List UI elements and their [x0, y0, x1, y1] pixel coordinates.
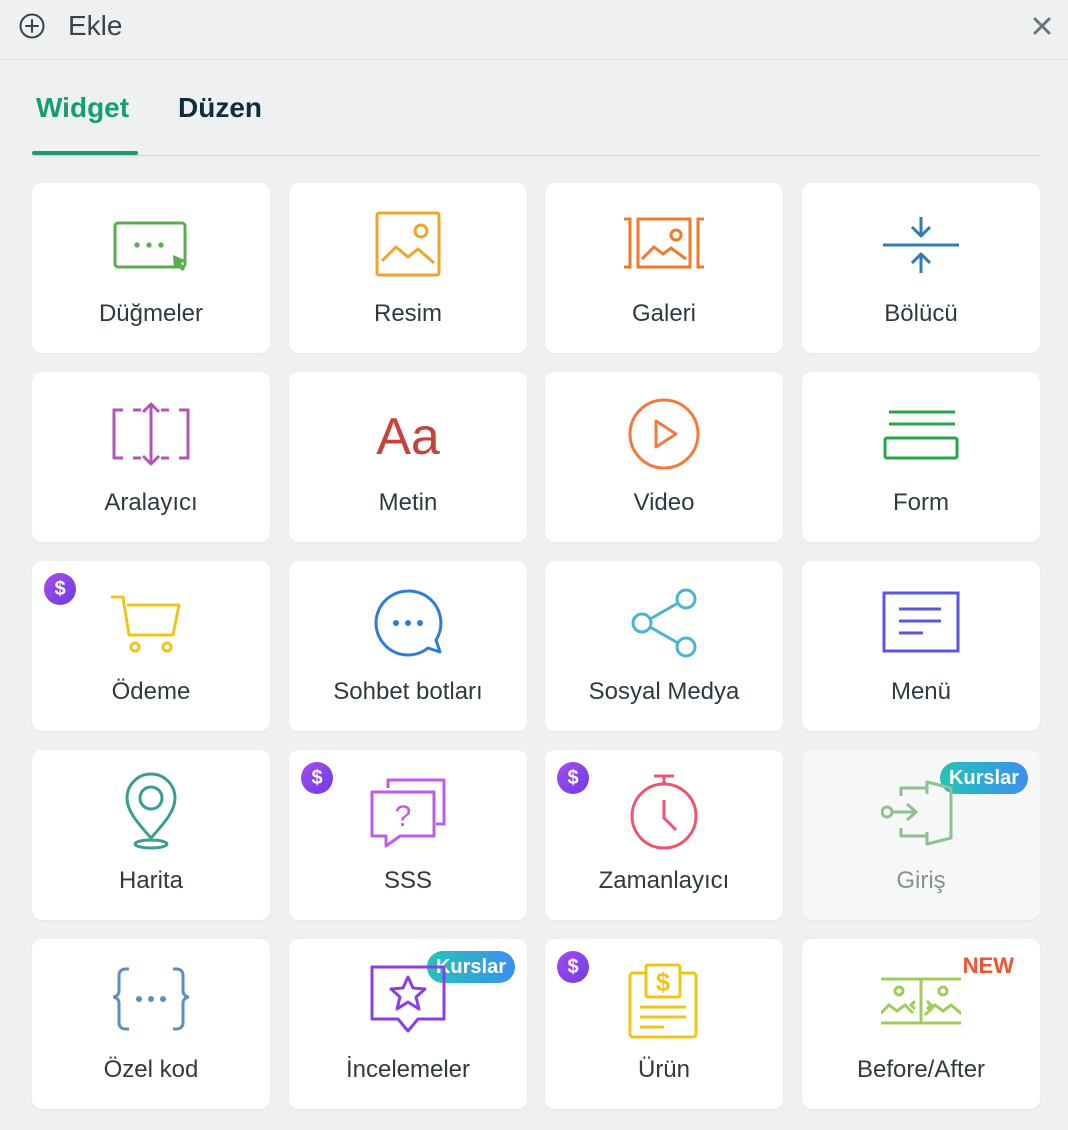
timer-icon	[630, 774, 698, 850]
widget-label: Sohbet botları	[333, 678, 483, 705]
form-icon	[883, 410, 959, 460]
premium-dollar-badge: $	[301, 762, 333, 794]
map-pin-icon	[125, 772, 177, 850]
widget-card-buttons[interactable]: Düğmeler	[32, 183, 270, 353]
menu-icon	[882, 591, 960, 653]
close-icon[interactable]	[1030, 14, 1054, 38]
share-icon	[631, 588, 697, 658]
widget-card-before-after[interactable]: NEW Before/After	[802, 939, 1040, 1109]
active-tab-indicator	[32, 151, 138, 155]
login-icon	[881, 780, 953, 846]
svg-text:$: $	[656, 967, 671, 997]
video-icon	[628, 398, 700, 470]
code-icon	[112, 967, 190, 1031]
widget-card-reviews[interactable]: Kurslar İncelemeler	[289, 939, 527, 1109]
widget-card-text[interactable]: Aa Metin	[289, 372, 527, 542]
widget-card-chatbots[interactable]: Sohbet botları	[289, 561, 527, 731]
widget-card-product[interactable]: $ $ Ürün	[545, 939, 783, 1109]
widget-label: Giriş	[896, 867, 946, 894]
widget-card-form[interactable]: Form	[802, 372, 1040, 542]
widget-label: Bölücü	[884, 300, 958, 327]
spacer-icon	[112, 402, 190, 466]
widget-card-custom-code[interactable]: Özel kod	[32, 939, 270, 1109]
widget-label: Before/After	[856, 1056, 986, 1083]
button-icon	[113, 221, 187, 271]
widget-label: Harita	[118, 867, 184, 894]
svg-text:Aa: Aa	[376, 408, 440, 466]
premium-dollar-badge: $	[557, 762, 589, 794]
widget-label: Menü	[890, 678, 952, 705]
widget-label: Düğmeler	[98, 300, 204, 327]
chat-bubble-icon	[374, 589, 443, 657]
gallery-icon	[624, 217, 704, 269]
image-icon	[375, 211, 441, 277]
widget-label: Galeri	[631, 300, 697, 327]
divider-icon	[883, 217, 959, 273]
widget-label: Zamanlayıcı	[598, 867, 730, 894]
before-after-icon	[881, 977, 961, 1025]
widget-label: Aralayıcı	[104, 489, 198, 516]
widget-card-map[interactable]: Harita	[32, 750, 270, 920]
widget-label: Resim	[373, 300, 442, 327]
panel-header: Ekle	[0, 0, 1068, 60]
widget-card-timer[interactable]: $ Zamanlayıcı	[545, 750, 783, 920]
widget-card-video[interactable]: Video	[545, 372, 783, 542]
widget-card-image[interactable]: Resim	[289, 183, 527, 353]
tab-bar: Widget Düzen	[32, 80, 1040, 156]
new-badge: NEW	[962, 953, 1014, 978]
tab-duzen[interactable]: Düzen	[178, 90, 262, 126]
product-icon: $	[628, 963, 698, 1039]
widget-label: SSS	[383, 867, 433, 894]
widget-label: Sosyal Medya	[588, 678, 740, 705]
premium-dollar-badge: $	[44, 573, 76, 605]
widget-card-login[interactable]: Kurslar Giriş	[802, 750, 1040, 920]
faq-icon: ?	[370, 778, 446, 848]
widget-label: Ödeme	[111, 678, 191, 705]
widget-card-faq[interactable]: $ ? SSS	[289, 750, 527, 920]
widget-label: Form	[893, 489, 949, 516]
widget-card-spacer[interactable]: Aralayıcı	[32, 372, 270, 542]
widget-card-menu[interactable]: Menü	[802, 561, 1040, 731]
widget-card-gallery[interactable]: Galeri	[545, 183, 783, 353]
widget-label: Video	[633, 489, 695, 516]
widget-label: Metin	[378, 489, 438, 516]
cart-icon	[111, 595, 181, 653]
widget-label: Ürün	[637, 1056, 691, 1083]
tab-widget[interactable]: Widget	[36, 90, 129, 126]
widget-card-divider[interactable]: Bölücü	[802, 183, 1040, 353]
panel-title: Ekle	[68, 10, 123, 41]
widget-card-social-media[interactable]: Sosyal Medya	[545, 561, 783, 731]
widget-card-payment[interactable]: $ Ödeme	[32, 561, 270, 731]
svg-text:?: ?	[395, 800, 412, 833]
widget-label: İncelemeler	[345, 1056, 471, 1083]
premium-dollar-badge: $	[557, 951, 589, 983]
text-icon: Aa	[376, 408, 440, 466]
widget-label: Özel kod	[103, 1056, 199, 1083]
review-star-icon	[370, 965, 446, 1033]
add-circle-icon	[19, 13, 45, 39]
